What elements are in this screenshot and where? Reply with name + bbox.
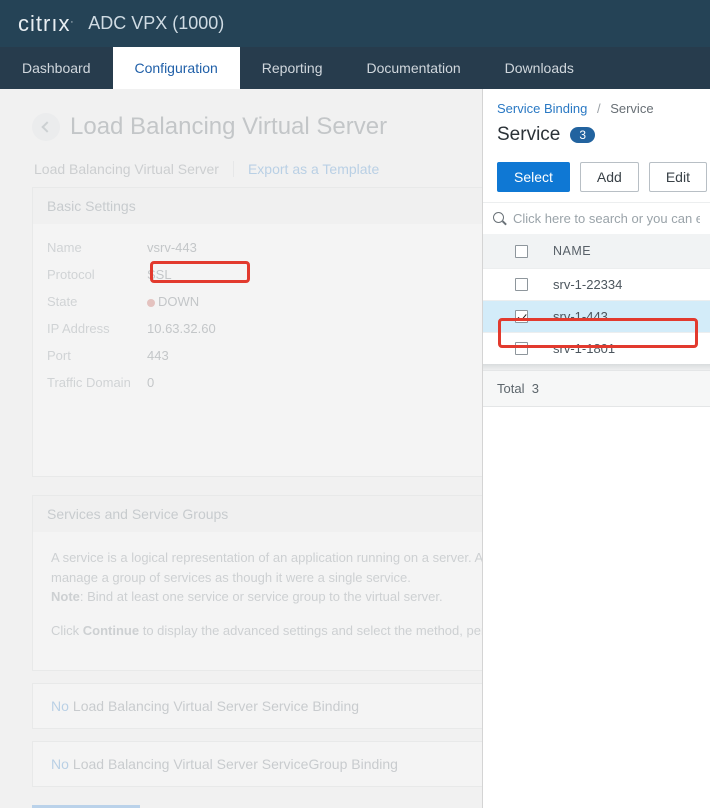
menu-reporting[interactable]: Reporting bbox=[240, 47, 345, 89]
arrow-left-icon bbox=[41, 121, 52, 132]
row-checkbox[interactable] bbox=[515, 342, 528, 355]
row-checkbox[interactable] bbox=[515, 278, 528, 291]
row-name: srv-1-443 bbox=[545, 309, 696, 324]
field-port-value: 443 bbox=[147, 348, 169, 363]
table-row[interactable]: srv-1-22334 bbox=[483, 268, 710, 300]
total-row: Total 3 bbox=[483, 370, 710, 407]
row-name: srv-1-22334 bbox=[545, 277, 696, 292]
field-name-label: Name bbox=[47, 240, 147, 255]
add-button[interactable]: Add bbox=[580, 162, 639, 192]
row-name: srv-1-1801 bbox=[545, 341, 696, 356]
brand-logo: citrıx. bbox=[18, 11, 74, 37]
export-template-link[interactable]: Export as a Template bbox=[248, 161, 379, 177]
table-header: NAME bbox=[483, 234, 710, 268]
crumb-service: Service bbox=[610, 101, 653, 116]
crumb-service-binding[interactable]: Service Binding bbox=[497, 101, 587, 116]
panel-title: Service bbox=[497, 124, 560, 146]
select-all-checkbox[interactable] bbox=[515, 245, 528, 258]
field-protocol-value: SSL bbox=[147, 267, 172, 282]
field-ip-label: IP Address bbox=[47, 321, 147, 336]
menu-documentation[interactable]: Documentation bbox=[344, 47, 482, 89]
search-icon bbox=[493, 212, 507, 226]
menu-dashboard[interactable]: Dashboard bbox=[0, 47, 113, 89]
page-subtitle: Load Balancing Virtual Server bbox=[34, 161, 219, 177]
breadcrumb: Service Binding / Service bbox=[483, 89, 710, 120]
field-state-label: State bbox=[47, 294, 147, 309]
field-port-label: Port bbox=[47, 348, 147, 363]
top-bar: citrıx. ADC VPX (1000) bbox=[0, 0, 710, 47]
menu-configuration[interactable]: Configuration bbox=[113, 47, 240, 89]
back-button[interactable] bbox=[32, 113, 60, 141]
field-state-value: DOWN bbox=[147, 294, 199, 309]
menu-downloads[interactable]: Downloads bbox=[483, 47, 596, 89]
service-side-panel: Service Binding / Service Service 3 Sele… bbox=[482, 89, 710, 808]
field-traffic-domain-value: 0 bbox=[147, 375, 154, 390]
state-down-icon bbox=[147, 299, 155, 307]
column-name[interactable]: NAME bbox=[545, 244, 696, 258]
field-name-value: vsrv-443 bbox=[147, 240, 197, 255]
field-protocol-label: Protocol bbox=[47, 267, 147, 282]
search-input[interactable] bbox=[513, 211, 700, 226]
service-count-pill: 3 bbox=[570, 127, 595, 143]
product-name: ADC VPX (1000) bbox=[88, 13, 224, 34]
row-checkbox[interactable] bbox=[515, 310, 528, 323]
select-button[interactable]: Select bbox=[497, 162, 570, 192]
table-row[interactable]: srv-1-443 bbox=[483, 300, 710, 332]
page-title: Load Balancing Virtual Server bbox=[70, 113, 387, 141]
edit-button[interactable]: Edit bbox=[649, 162, 707, 192]
main-menu: Dashboard Configuration Reporting Docume… bbox=[0, 47, 710, 89]
divider bbox=[233, 161, 234, 177]
field-ip-value: 10.63.32.60 bbox=[147, 321, 216, 336]
table-row[interactable]: srv-1-1801 bbox=[483, 332, 710, 364]
field-traffic-domain-label: Traffic Domain bbox=[47, 375, 147, 390]
